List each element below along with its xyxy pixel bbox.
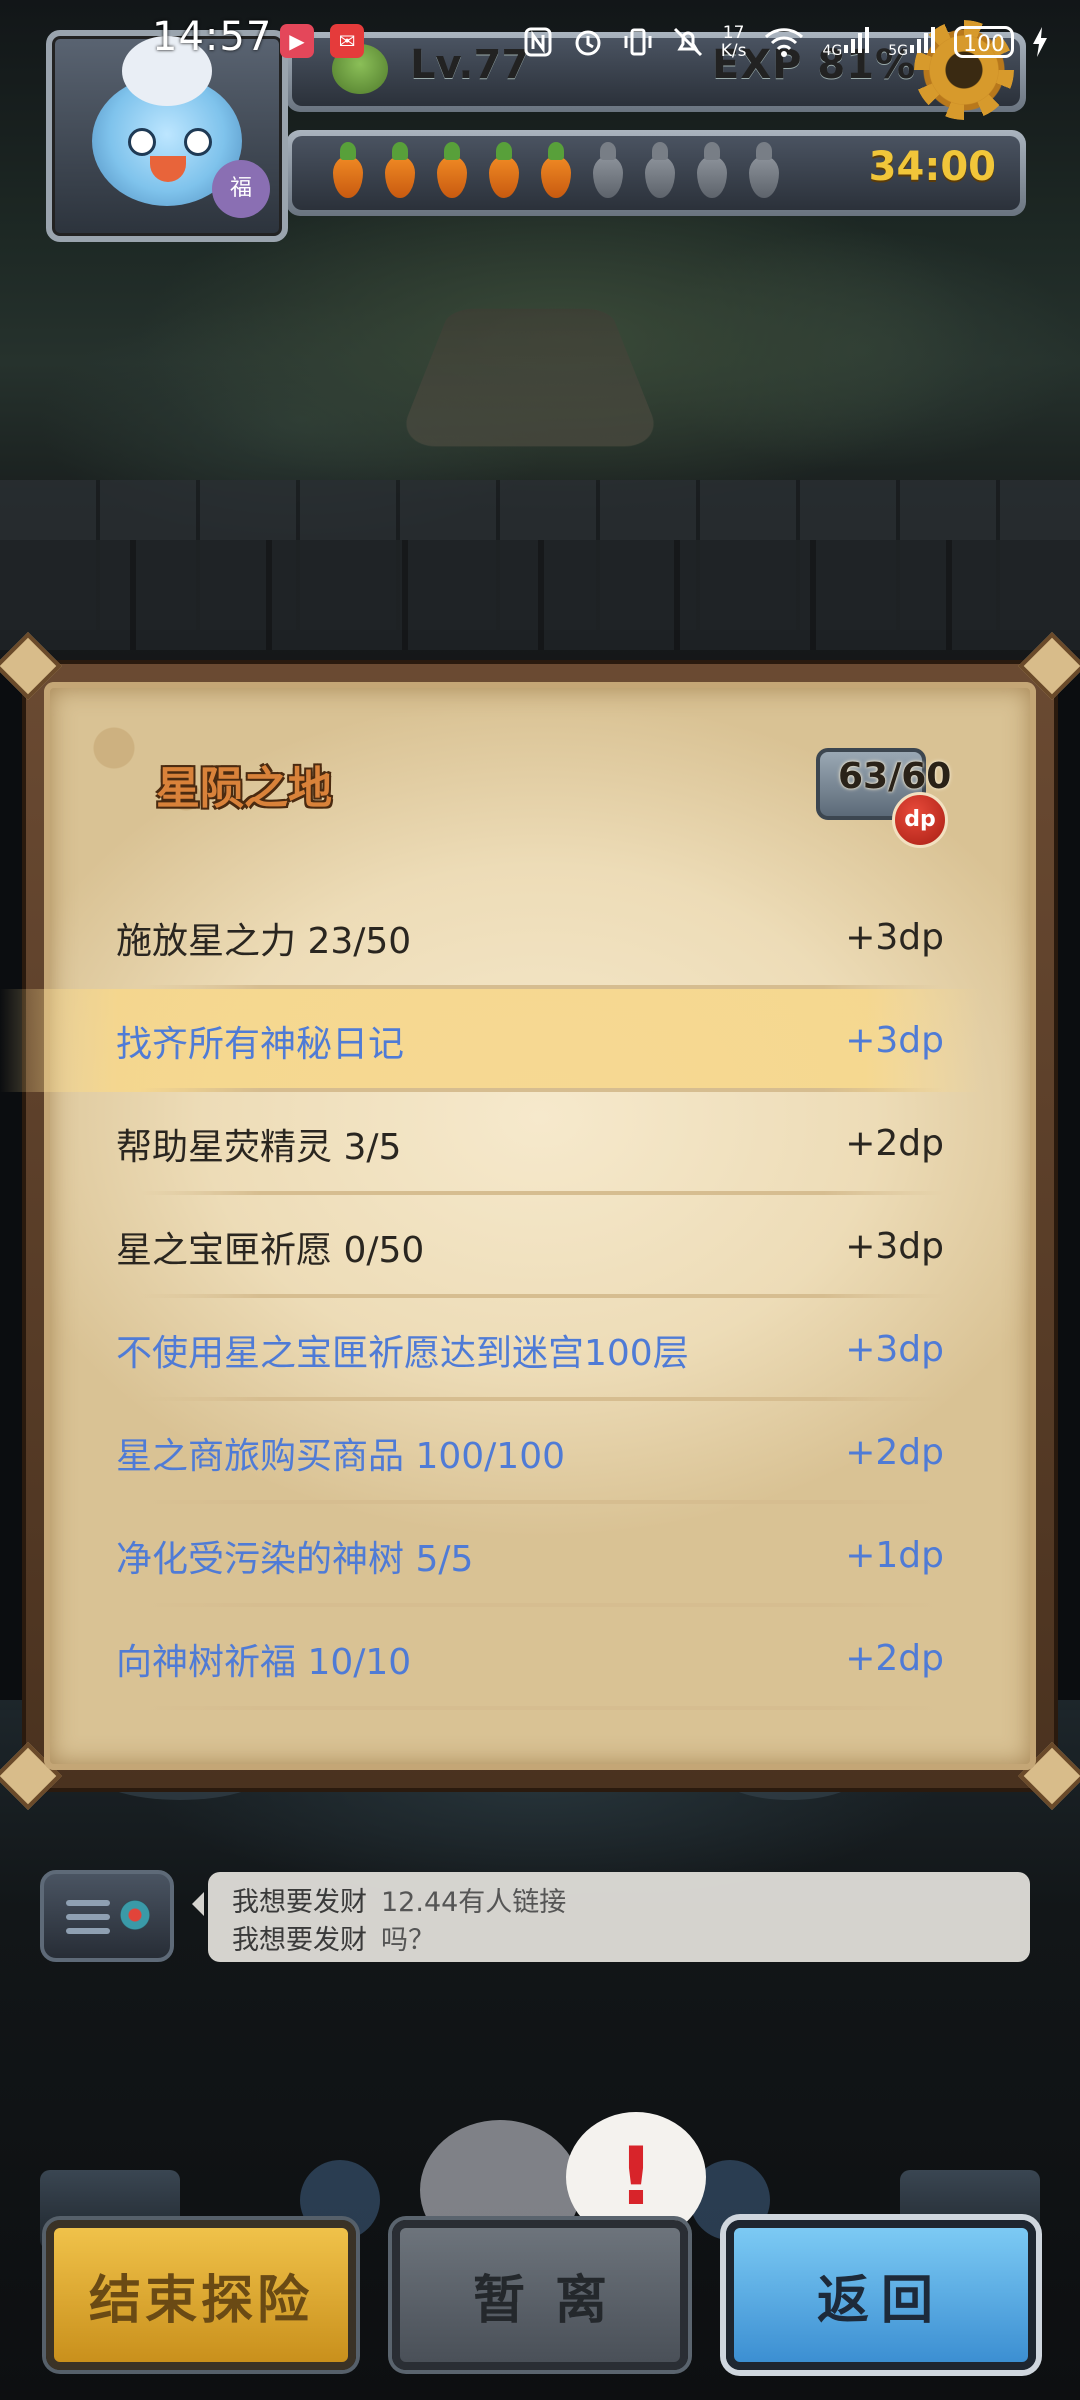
quest-text: 不使用星之宝匣祈愿达到迷宫100层	[116, 1332, 689, 1374]
quest-text: 向神树祈福 10/10	[116, 1641, 412, 1683]
quest-item[interactable]: 星之商旅购买商品 100/100 +2dp	[0, 1401, 984, 1504]
quest-text: 施放星之力 23/50	[116, 920, 412, 962]
chat-username: 我想要发财	[232, 1925, 367, 1956]
carrot-empty-icon	[586, 142, 630, 200]
treasure-chest[interactable]: 63/60 dp	[800, 720, 952, 848]
stone-path	[395, 308, 665, 447]
avatar-mouth	[150, 156, 186, 182]
quest-item[interactable]: 净化受污染的神树 5/5 +1dp	[0, 1504, 984, 1607]
carrot-full-icon	[534, 142, 578, 200]
back-label: 返回	[816, 2270, 945, 2331]
panel-title: 星陨之地	[156, 763, 332, 814]
end-exploration-label: 结束探险	[88, 2270, 313, 2331]
status-icons: 17 K/s 4G 5G 100	[521, 18, 1050, 66]
pause-leave-label: 暂离	[472, 2270, 637, 2331]
dp-badge: dp	[892, 792, 948, 848]
carrot-empty-icon	[742, 142, 786, 200]
quest-points: +2dp	[845, 1638, 944, 1679]
nfc-icon	[524, 27, 552, 57]
chat-box[interactable]: 我想要发财 12.44有人链接 我想要发财 吗？	[192, 1872, 1030, 1962]
chat-text: 吗？	[381, 1925, 435, 1956]
carrot-full-icon	[482, 142, 526, 200]
carrot-full-icon	[378, 142, 422, 200]
quest-points: +3dp	[845, 1226, 944, 1267]
quest-text: 找齐所有神秘日记	[116, 1023, 405, 1065]
network-speed-unit: K/s	[720, 41, 747, 61]
carrot-full-icon	[430, 142, 474, 200]
signal-4g: 4G	[822, 25, 872, 59]
mail-app-icon: ✉	[330, 24, 364, 58]
quest-text: 净化受污染的神树 5/5	[116, 1538, 474, 1580]
status-time: 14:57	[152, 14, 273, 60]
signal-5g: 5G	[888, 25, 938, 59]
back-button[interactable]: 返回	[726, 2220, 1036, 2370]
avatar-eye	[128, 128, 156, 156]
avatar-eye	[184, 128, 212, 156]
quest-points: +3dp	[845, 917, 944, 958]
charging-icon	[1033, 27, 1047, 57]
quest-item[interactable]: 帮助星荧精灵 3/5 +2dp	[0, 1092, 984, 1195]
radio-icon	[120, 1900, 150, 1930]
chest-progress: 63/60	[838, 756, 952, 797]
chat-username: 我想要发财	[232, 1887, 367, 1918]
quest-points: +3dp	[845, 1020, 944, 1061]
carrot-empty-icon	[690, 142, 734, 200]
quest-item[interactable]: 向神树祈福 10/10 +2dp	[0, 1607, 984, 1710]
chat-text: 12.44有人链接	[381, 1887, 567, 1918]
pause-leave-button[interactable]: 暂离	[392, 2220, 688, 2370]
signal-bars-icon	[844, 27, 870, 53]
chat-icon-line	[66, 1914, 110, 1920]
chat-toggle-button[interactable]	[40, 1870, 174, 1962]
quest-text: 帮助星荧精灵 3/5	[116, 1126, 402, 1168]
bilibili-icon: ▶	[280, 24, 314, 58]
quest-item[interactable]: 施放星之力 23/50 +3dp	[0, 886, 984, 989]
network-speed-value: 17	[722, 23, 745, 43]
quest-text: 星之宝匣祈愿 0/50	[116, 1229, 425, 1271]
stamina-timer: 34:00	[868, 144, 996, 190]
chat-message: 我想要发财 吗？	[232, 1918, 435, 1957]
chat-icon-line	[66, 1900, 110, 1906]
signal-bars-icon	[910, 27, 935, 53]
quest-item[interactable]: 找齐所有神秘日记 +3dp	[0, 989, 984, 1092]
carrot-full-icon	[326, 142, 370, 200]
alarm-icon	[575, 30, 601, 56]
fortune-bag-icon: 福	[212, 160, 270, 218]
status-bar: 14:57 ▶ ✉ 17 K/s 4G 5G 100	[0, 0, 1080, 84]
quest-text: 星之商旅购买商品 100/100	[116, 1435, 565, 1477]
stamina-bar-inner: 34:00	[292, 136, 1020, 210]
vibrate-icon	[624, 28, 652, 56]
chat-message: 我想要发财 12.44有人链接	[232, 1880, 566, 1919]
quest-item[interactable]: 不使用星之宝匣祈愿达到迷宫100层 +3dp	[0, 1298, 984, 1401]
stone-wall-lower	[0, 540, 1080, 650]
quest-points: +2dp	[845, 1123, 944, 1164]
mute-icon	[673, 27, 702, 57]
chat-icon-line	[66, 1928, 110, 1934]
end-exploration-button[interactable]: 结束探险	[46, 2220, 356, 2370]
signal-5g-label: 5G	[888, 43, 908, 59]
carrot-empty-icon	[638, 142, 682, 200]
quest-points: +2dp	[845, 1432, 944, 1473]
signal-4g-label: 4G	[822, 43, 843, 59]
quest-item[interactable]: 星之宝匣祈愿 0/50 +3dp	[0, 1195, 984, 1298]
wifi-icon	[765, 28, 804, 57]
quest-points: +3dp	[845, 1329, 944, 1370]
quest-points: +1dp	[845, 1535, 944, 1576]
network-speed: 17 K/s	[721, 24, 747, 60]
battery-indicator: 100	[954, 26, 1014, 58]
stamina-bar: 34:00	[286, 130, 1026, 216]
quest-list: 施放星之力 23/50 +3dp 找齐所有神秘日记 +3dp 帮助星荧精灵 3/5 +2d…	[0, 886, 984, 1710]
carrot-list	[326, 142, 786, 200]
